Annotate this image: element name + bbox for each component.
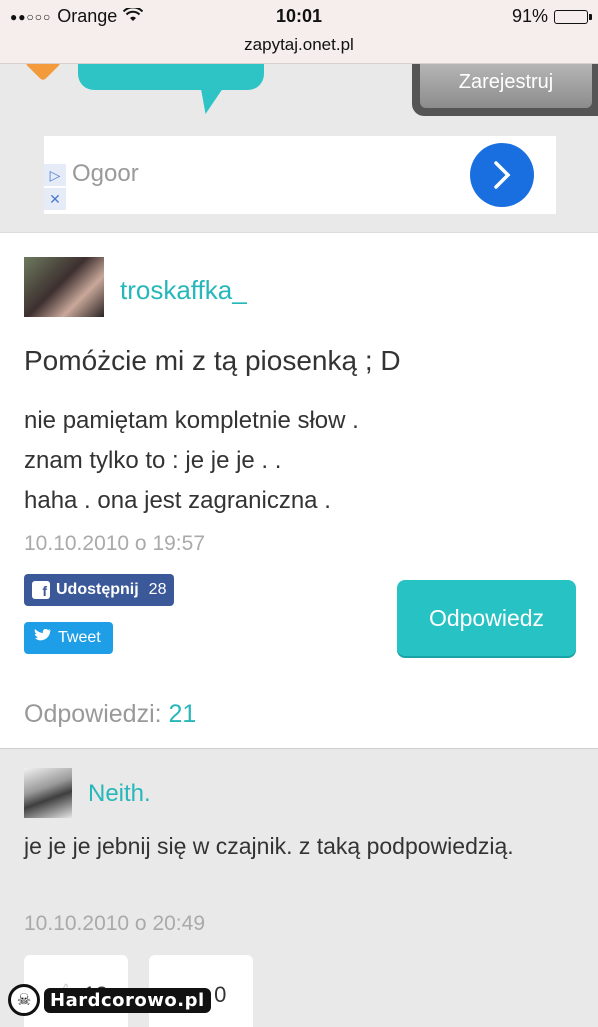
question-author[interactable]: troskaffka_ <box>120 275 247 306</box>
avatar[interactable] <box>24 768 72 818</box>
ad-controls: ▷ ✕ <box>44 164 68 212</box>
question-body: nie pamiętam kompletnie słow . znam tylk… <box>24 401 574 521</box>
watermark: ☠ Hardcorowo.pl <box>8 983 211 1017</box>
answers-count: Odpowiedzi: 21 <box>24 700 196 729</box>
avatar[interactable] <box>24 257 104 317</box>
facebook-icon: f <box>32 581 50 599</box>
ad-text: Ogoor <box>72 160 139 187</box>
downvote-count: 0 <box>214 982 227 1007</box>
clock: 10:01 <box>275 6 323 26</box>
share-label: Udostępnij <box>56 581 139 598</box>
question-card: troskaffka_ Pomóżcie mi z tą piosenką ; … <box>0 232 598 749</box>
tweet-button[interactable]: Tweet <box>24 622 113 654</box>
ad-banner[interactable]: ▷ ✕ Ogoor <box>44 136 556 214</box>
twitter-bird-icon <box>34 628 52 648</box>
close-icon[interactable]: ✕ <box>44 188 66 210</box>
answer-author[interactable]: Neith. <box>88 780 151 808</box>
answer-button[interactable]: Odpowiedz <box>397 580 576 656</box>
answers-number: 21 <box>168 700 197 728</box>
address-bar[interactable]: zapytaj.onet.pl <box>0 35 598 55</box>
question-body-line: nie pamiętam kompletnie słow . <box>24 407 359 434</box>
watermark-text: Hardcorowo.pl <box>44 987 211 1013</box>
skull-icon: ☠ <box>8 984 40 1016</box>
facebook-share-button[interactable]: f Udostępnij 28 <box>24 574 175 606</box>
share-count: 28 <box>148 581 167 598</box>
battery-percent: 91% <box>511 6 548 26</box>
question-body-line: haha . ona jest zagraniczna . <box>24 487 331 514</box>
question-title: Pomóżcie mi z tą piosenką ; D <box>24 345 401 376</box>
chevron-right-icon[interactable] <box>470 143 534 207</box>
answer-date: 10.10.2010 o 20:49 <box>24 912 206 935</box>
browser-top-bar: ●●○○○ Orange 10:01 91% zapytaj.onet.pl <box>0 0 598 64</box>
adchoices-icon[interactable]: ▷ <box>44 164 66 186</box>
answer-body: je je je jebnij się w czajnik. z taką po… <box>24 833 514 859</box>
answers-label: Odpowiedzi: <box>24 700 162 728</box>
tweet-label: Tweet <box>58 629 101 646</box>
status-bar: ●●○○○ Orange 10:01 91% <box>10 6 592 28</box>
question-body-line: znam tylko to : je je je . . <box>24 447 282 474</box>
status-right: 91% <box>511 6 592 27</box>
battery-icon <box>554 9 592 24</box>
question-date: 10.10.2010 o 19:57 <box>24 532 206 555</box>
